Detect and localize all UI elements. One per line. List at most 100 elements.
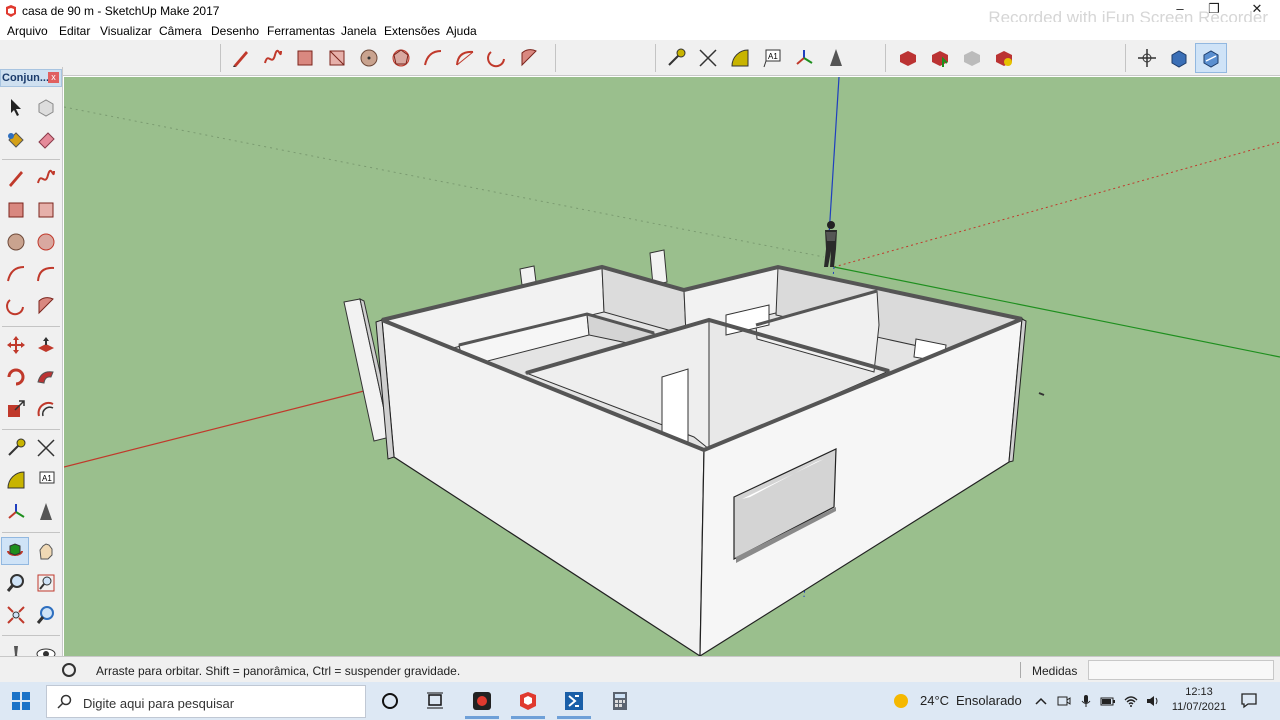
walk-icon[interactable] xyxy=(1163,43,1195,73)
pie-icon[interactable] xyxy=(32,292,60,320)
measurements-input[interactable] xyxy=(1088,660,1274,680)
app-icon[interactable] xyxy=(562,689,586,713)
status-divider xyxy=(1020,662,1021,678)
position-camera-icon[interactable] xyxy=(1131,43,1163,73)
model-canvas[interactable] xyxy=(64,77,1280,656)
zoom-extents-icon[interactable] xyxy=(2,601,30,629)
follow-me-icon[interactable] xyxy=(32,363,60,391)
task-view-icon[interactable] xyxy=(423,689,447,713)
menu-ajuda[interactable]: Ajuda xyxy=(446,24,477,38)
rectangle-icon[interactable] xyxy=(289,43,321,73)
screen-recorder-icon[interactable] xyxy=(470,689,494,713)
menu-ferramentas[interactable]: Ferramentas xyxy=(267,24,335,38)
circle-icon[interactable] xyxy=(353,43,385,73)
zoom-window-icon[interactable] xyxy=(32,569,60,597)
restore-button[interactable]: ❐ xyxy=(1200,1,1228,21)
3d-text-icon[interactable] xyxy=(32,498,60,526)
dimension-icon[interactable] xyxy=(692,43,724,73)
battery-icon[interactable] xyxy=(1099,692,1117,710)
arc-icon[interactable] xyxy=(2,260,30,288)
menu-desenho[interactable]: Desenho xyxy=(211,24,259,38)
text-icon[interactable]: A1 xyxy=(32,466,60,494)
clock-date: 11/07/2021 xyxy=(1171,701,1227,713)
menu-arquivo[interactable]: Arquivo xyxy=(7,24,48,38)
pie-icon[interactable] xyxy=(513,43,545,73)
weather-condition[interactable]: Ensolarado xyxy=(956,693,1022,708)
notifications-icon[interactable] xyxy=(1240,691,1258,709)
previous-view-icon[interactable] xyxy=(32,601,60,629)
orbit-icon[interactable] xyxy=(1,537,29,565)
sketchup-icon[interactable] xyxy=(516,689,540,713)
look-around-icon[interactable] xyxy=(1195,43,1227,73)
freehand-icon[interactable] xyxy=(257,43,289,73)
volume-icon[interactable] xyxy=(1144,692,1162,710)
dimension-icon[interactable] xyxy=(32,434,60,462)
clock-time: 12:13 xyxy=(1185,686,1213,698)
red-axis xyxy=(64,390,365,468)
arc-icon[interactable] xyxy=(417,43,449,73)
tray-close-button[interactable]: x xyxy=(48,72,59,83)
circle-icon[interactable] xyxy=(2,228,30,256)
wifi-icon[interactable] xyxy=(1122,692,1140,710)
rectangle-icon[interactable] xyxy=(2,196,30,224)
minimize-button[interactable]: – xyxy=(1166,1,1194,21)
view-toolbar xyxy=(1131,43,1227,73)
window-title: casa de 90 m - SketchUp Make 2017 xyxy=(22,4,220,18)
windows-start-icon[interactable] xyxy=(10,690,32,712)
menu-visualizar[interactable]: Visualizar xyxy=(100,24,152,38)
calculator-icon[interactable] xyxy=(608,689,632,713)
model-viewport[interactable] xyxy=(64,77,1280,656)
push-pull-icon[interactable] xyxy=(32,331,60,359)
rotate-icon[interactable] xyxy=(2,363,30,391)
scale-icon[interactable] xyxy=(2,395,30,423)
three-point-arc-icon[interactable] xyxy=(481,43,513,73)
pencil-icon[interactable] xyxy=(2,164,30,192)
two-point-arc-icon[interactable] xyxy=(449,43,481,73)
protractor-icon[interactable] xyxy=(2,466,30,494)
share-model-icon[interactable] xyxy=(924,43,956,73)
pan-icon[interactable] xyxy=(32,537,60,565)
text-icon[interactable]: A1 xyxy=(756,43,788,73)
menu-extensoes[interactable]: Extensões xyxy=(384,24,440,38)
axes-icon[interactable] xyxy=(788,43,820,73)
stray-mark xyxy=(1038,392,1045,396)
select-icon[interactable] xyxy=(2,93,30,121)
pencil-icon[interactable] xyxy=(225,43,257,73)
axes-icon[interactable] xyxy=(2,498,30,526)
weather-temperature[interactable]: 24°C xyxy=(920,693,949,708)
taskbar-search[interactable]: Digite aqui para pesquisar xyxy=(46,685,366,718)
polygon-icon[interactable] xyxy=(385,43,417,73)
meet-now-icon[interactable] xyxy=(1055,692,1073,710)
tape-measure-icon[interactable] xyxy=(2,434,30,462)
menu-janela[interactable]: Janela xyxy=(341,24,376,38)
chevron-up-icon[interactable] xyxy=(1032,692,1050,710)
close-button[interactable]: ✕ xyxy=(1243,1,1271,21)
protractor-icon[interactable] xyxy=(724,43,756,73)
taskbar: Digite aqui para pesquisar 24°C Ensolara… xyxy=(0,682,1280,720)
sketchup-logo-icon xyxy=(6,5,16,17)
tape-measure-icon[interactable] xyxy=(660,43,692,73)
system-clock[interactable]: 12:13 11/07/2021 xyxy=(1166,685,1232,715)
share-component-icon[interactable] xyxy=(956,43,988,73)
rotated-rectangle-icon[interactable] xyxy=(321,43,353,73)
3d-warehouse-icon[interactable] xyxy=(892,43,924,73)
main-toolbar: A1 xyxy=(0,40,1280,76)
menu-camera[interactable]: Câmera xyxy=(159,24,202,38)
microphone-icon[interactable] xyxy=(1077,692,1095,710)
extension-warehouse-icon[interactable] xyxy=(988,43,1020,73)
eraser-icon[interactable] xyxy=(32,125,60,153)
cortana-icon[interactable] xyxy=(378,689,402,713)
paint-bucket-icon[interactable] xyxy=(2,125,30,153)
search-icon xyxy=(57,694,72,709)
3d-text-icon[interactable] xyxy=(820,43,852,73)
zoom-icon[interactable] xyxy=(2,569,30,597)
three-point-arc-icon[interactable] xyxy=(2,292,30,320)
component-icon[interactable] xyxy=(32,93,60,121)
freehand-icon[interactable] xyxy=(32,164,60,192)
menu-editar[interactable]: Editar xyxy=(59,24,90,38)
move-icon[interactable] xyxy=(2,331,30,359)
polygon-icon[interactable] xyxy=(32,228,60,256)
rotated-rectangle-icon[interactable] xyxy=(32,196,60,224)
offset-icon[interactable] xyxy=(32,395,60,423)
two-point-arc-icon[interactable] xyxy=(32,260,60,288)
